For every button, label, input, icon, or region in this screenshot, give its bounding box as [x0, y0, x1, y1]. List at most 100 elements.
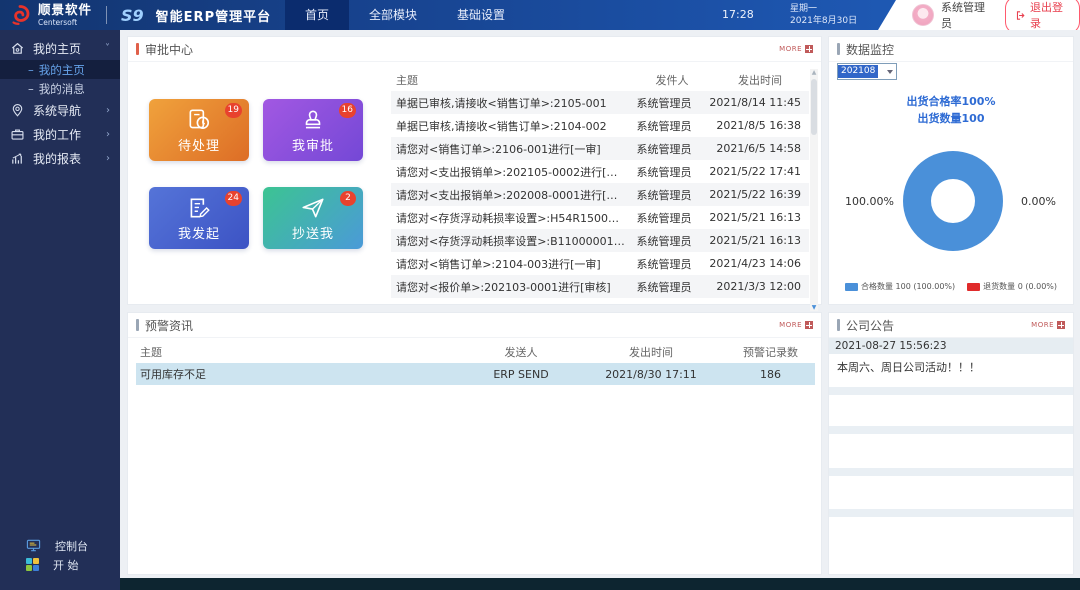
- chevron-right-icon: ›: [106, 129, 110, 140]
- approval-row[interactable]: 请您对<存货浮动耗损率设置>:B11000001进行[审核] 系统管理员 202…: [391, 229, 809, 252]
- approval-row[interactable]: 请您对<销售订单>:2104-003进行[一审] 系统管理员 2021/4/23…: [391, 252, 809, 275]
- brand-name: 顺景软件: [38, 4, 92, 17]
- brand-subtitle: Centersoft: [38, 19, 92, 27]
- s9-logo: S9: [121, 6, 144, 25]
- period-select[interactable]: 202108: [837, 63, 897, 80]
- initiated-count-badge: 24: [225, 191, 242, 206]
- approval-row[interactable]: 单据已审核,请接收<销售订单>:2104-002 系统管理员 2021/8/5 …: [391, 114, 809, 137]
- my-approvals-count-badge: 16: [339, 103, 356, 118]
- weekday: 星期一: [790, 3, 857, 15]
- approval-tiles: 19 待处理 16 我审批 24 我: [149, 99, 363, 249]
- logout-label: 退出登录: [1030, 0, 1069, 31]
- bottom-status-bar: [120, 578, 1080, 590]
- sidebar-subitem-my-messages[interactable]: – 我的消息: [0, 79, 120, 98]
- sidebar-subitem-my-home[interactable]: – 我的主页: [0, 60, 120, 79]
- bar-chart-icon: [10, 151, 25, 166]
- top-bar: 顺景软件 Centersoft S9 智能ERP管理平台 首页 全部模块 基础设…: [0, 0, 1080, 30]
- alerts-title: 预警资讯: [145, 317, 193, 334]
- pending-doc-clock-icon: [186, 107, 212, 133]
- clock-time: 17:28: [722, 0, 754, 30]
- top-bar-user-area: 系统管理员 退出登录: [878, 0, 1080, 30]
- app-logo: 顺景软件 Centersoft S9 智能ERP管理平台: [0, 3, 271, 27]
- approval-row[interactable]: 请您对<销售订单>:2106-001进行[一审] 系统管理员 2021/6/5 …: [391, 137, 809, 160]
- announcements-more-button[interactable]: MORE: [1031, 321, 1065, 329]
- paper-plane-icon: [300, 195, 326, 221]
- announcement-text[interactable]: 本周六、周日公司活动！！！: [829, 355, 1073, 379]
- approval-table-header: 主题 发件人 发出时间: [391, 69, 809, 91]
- clock-date: 星期一 2021年8月30日: [790, 3, 857, 27]
- chart-legend: 合格数量 100 (100.00%) 退货数量 0 (0.00%): [829, 281, 1073, 292]
- donut-chart: [903, 151, 1003, 251]
- approval-center-panel: 审批中心 MORE 19 待处理 16 我审批: [127, 36, 822, 305]
- sidebar-item-my-work[interactable]: 我的工作 ›: [0, 122, 120, 146]
- chevron-right-icon: ›: [106, 105, 110, 116]
- chevron-down-icon: ˅: [105, 43, 110, 54]
- briefcase-icon: [10, 127, 25, 142]
- tile-cc-to-me[interactable]: 2 抄送我: [263, 187, 363, 249]
- approval-row[interactable]: 请您对<支出报销单>:202105-0002进行[审核] 系统管理员 2021/…: [391, 160, 809, 183]
- empty-row-stripe: [829, 468, 1073, 476]
- pass-rate-text: 出货合格率100%: [829, 93, 1073, 110]
- cc-count-badge: 2: [340, 191, 356, 206]
- approval-row[interactable]: 单据已审核,请接收<销售订单>:2105-001 系统管理员 2021/8/14…: [391, 91, 809, 114]
- user-avatar[interactable]: [912, 4, 934, 26]
- home-icon: [10, 41, 25, 56]
- alerts-table: 主题 发送人 发出时间 预警记录数 可用库存不足 ERP SEND 2021/8…: [136, 341, 815, 385]
- panel-accent-bar: [837, 319, 840, 331]
- logout-icon: [1016, 10, 1026, 21]
- sidebar-footer: 控制台 开 始: [0, 536, 120, 574]
- approval-table: 主题 发件人 发出时间 单据已审核,请接收<销售订单>:2105-001 系统管…: [391, 69, 809, 298]
- more-grid-icon: [1057, 321, 1065, 329]
- legend-qualified[interactable]: 合格数量 100 (100.00%): [845, 281, 955, 292]
- approval-row[interactable]: 请您对<报价单>:202103-0001进行[审核] 系统管理员 2021/3/…: [391, 275, 809, 298]
- monitor-summary: 出货合格率100% 出货数量100: [829, 93, 1073, 127]
- panel-accent-bar: [837, 43, 840, 55]
- product-title: 智能ERP管理平台: [156, 6, 271, 25]
- sidebar: 我的主页 ˅ – 我的主页 – 我的消息 系统导航 › 我的工作 › 我的报表 …: [0, 30, 120, 590]
- brand-swirl-icon: [8, 3, 32, 27]
- empty-row-stripe: [829, 509, 1073, 517]
- tile-initiated-by-me[interactable]: 24 我发起: [149, 187, 249, 249]
- scroll-up-icon[interactable]: ▲: [810, 69, 818, 76]
- period-selected-value: 202108: [838, 65, 878, 78]
- approval-center-title: 审批中心: [145, 41, 193, 58]
- legend-swatch-red: [967, 283, 980, 291]
- pending-count-badge: 19: [225, 103, 242, 118]
- tile-my-approvals[interactable]: 16 我审批: [263, 99, 363, 161]
- edit-doc-icon: [186, 195, 212, 221]
- chevron-right-icon: ›: [106, 153, 110, 164]
- announcements-title: 公司公告: [846, 317, 894, 334]
- alerts-panel: 预警资讯 MORE 主题 发送人 发出时间 预警记录数 可用库存不足 ERP S…: [127, 312, 822, 575]
- chevron-down-icon: [887, 70, 893, 74]
- start-button[interactable]: 开 始: [0, 555, 120, 574]
- announcement-date: 2021-08-27 15:56:23: [829, 338, 1073, 354]
- tile-pending[interactable]: 19 待处理: [149, 99, 249, 161]
- tab-home[interactable]: 首页: [285, 0, 349, 30]
- sidebar-item-system-nav[interactable]: 系统导航 ›: [0, 98, 120, 122]
- tab-basic-settings[interactable]: 基础设置: [437, 0, 525, 30]
- sidebar-item-my-reports[interactable]: 我的报表 ›: [0, 146, 120, 170]
- alerts-more-button[interactable]: MORE: [779, 321, 813, 329]
- stamp-icon: [300, 107, 326, 133]
- alert-row[interactable]: 可用库存不足 ERP SEND 2021/8/30 17:11 186: [136, 363, 815, 385]
- shipment-qty-text: 出货数量100: [829, 110, 1073, 127]
- approval-table-scrollbar[interactable]: ▲ ▼: [810, 69, 818, 311]
- panel-accent-bar: [136, 43, 139, 55]
- tab-all-modules[interactable]: 全部模块: [349, 0, 437, 30]
- legend-returned[interactable]: 退货数量 0 (0.00%): [967, 281, 1057, 292]
- approval-more-button[interactable]: MORE: [779, 45, 813, 53]
- logo-divider: [106, 6, 107, 24]
- logout-button[interactable]: 退出登录: [1005, 0, 1080, 34]
- approval-row[interactable]: 请您对<支出报销单>:202008-0001进行[审核] 系统管理员 2021/…: [391, 183, 809, 206]
- alerts-table-header: 主题 发送人 发出时间 预警记录数: [136, 341, 815, 363]
- approval-row[interactable]: 请您对<存货浮动耗损率设置>:H54R15006002进行[审核] 系统管理员 …: [391, 206, 809, 229]
- empty-row-stripe: [829, 387, 1073, 395]
- donut-left-label: 100.00%: [845, 195, 894, 208]
- map-pin-icon: [10, 103, 25, 118]
- date: 2021年8月30日: [790, 15, 857, 27]
- scroll-down-icon[interactable]: ▼: [810, 304, 818, 311]
- data-monitor-panel: 数据监控 202108 出货合格率100% 出货数量100 100.00% 0.…: [828, 36, 1074, 305]
- scrollbar-thumb[interactable]: [811, 79, 817, 135]
- console-button[interactable]: 控制台: [0, 536, 120, 555]
- sidebar-item-my-home[interactable]: 我的主页 ˅: [0, 36, 120, 60]
